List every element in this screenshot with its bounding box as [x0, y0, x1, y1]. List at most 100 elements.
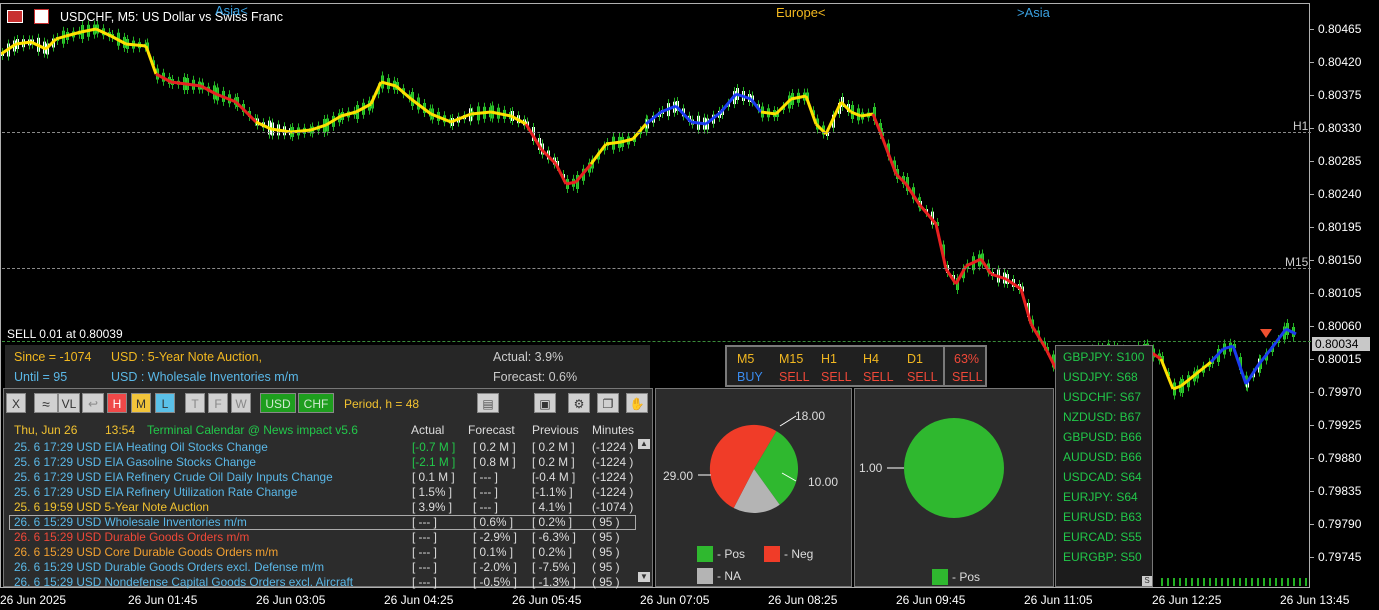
- price-tick-label: 0.80465: [1318, 22, 1362, 36]
- trend-line-segment: [565, 180, 577, 186]
- trade-line: [2, 341, 1311, 342]
- time-tick-label: 26 Jun 05:45: [512, 593, 582, 607]
- calendar-cell-event: 26. 6 15:29 USD Core Durable Goods Order…: [14, 545, 279, 559]
- friday-button[interactable]: F: [208, 393, 228, 413]
- calendar-cell-forecast: [ -2.9% ]: [473, 530, 517, 544]
- calendar-row[interactable]: 25. 6 17:29 USD EIA Refinery Crude Oil D…: [14, 470, 639, 485]
- time-tick-label: 26 Jun 07:05: [640, 593, 710, 607]
- volume-bar: [1233, 578, 1235, 586]
- news-info-panel: Since = -1074 Until = 95 USD : 5-Year No…: [5, 345, 650, 388]
- price-tick: [1310, 161, 1314, 162]
- calendar-cell-minutes: ( 95 ): [592, 560, 620, 574]
- calendar-row[interactable]: 25. 6 19:59 USD 5-Year Note Auction [ 3.9…: [14, 500, 639, 515]
- volume-bar: [1167, 578, 1169, 586]
- pie2-label: 1.00: [859, 461, 883, 475]
- pair-strength-item: USDCAD: S64: [1063, 470, 1142, 484]
- usd-filter-button[interactable]: USD: [260, 393, 296, 413]
- calendar-cell-previous: [ 0.2 M ]: [532, 440, 575, 454]
- volume-bar: [1287, 578, 1289, 586]
- hand-icon[interactable]: ✋: [626, 393, 648, 413]
- calendar-cell-previous: [ -7.5% ]: [532, 560, 576, 574]
- calendar-cell-minutes: (-1074 ): [592, 500, 634, 514]
- volume-bar: [1245, 578, 1247, 586]
- pair-strength-item: GBPJPY: S100: [1063, 350, 1145, 364]
- volume-bar: [1239, 578, 1241, 586]
- currency-pie-chart: [887, 418, 1004, 518]
- price-tick-label: 0.80375: [1318, 88, 1362, 102]
- trend-line-segment: [410, 97, 432, 116]
- tf-h1: H1: [821, 352, 837, 366]
- calendar-row[interactable]: 26. 6 15:29 USD Durable Goods Orders m/m…: [14, 530, 639, 545]
- calendar-row[interactable]: 25. 6 17:29 USD EIA Gasoline Stocks Chan…: [14, 455, 639, 470]
- low-impact-button[interactable]: L: [155, 393, 175, 413]
- volume-bar: [1203, 578, 1205, 586]
- strength-scroll-icon[interactable]: S: [1142, 576, 1152, 586]
- today-button[interactable]: T: [185, 393, 205, 413]
- volume-bar: [1185, 578, 1187, 586]
- calendar-row[interactable]: 25. 6 17:29 USD EIA Refinery Utilization…: [14, 485, 639, 500]
- calendar-row[interactable]: 26. 6 15:29 USD Core Durable Goods Order…: [14, 545, 639, 560]
- volume-bar: [1179, 578, 1181, 586]
- high-impact-button[interactable]: H: [107, 393, 127, 413]
- volume-bar: [1173, 578, 1175, 586]
- calendar-row[interactable]: 26. 6 15:29 USD Durable Goods Orders exc…: [14, 560, 639, 575]
- sig-h4: SELL: [863, 370, 894, 384]
- calendar-cell-actual: [-0.7 M ]: [412, 440, 456, 454]
- save-icon[interactable]: ▣: [534, 393, 556, 413]
- time-tick-label: 26 Jun 2025: [0, 593, 67, 607]
- trend-line-segment: [170, 80, 187, 86]
- scroll-down-icon[interactable]: ▼: [638, 572, 650, 582]
- current-price-tag: 0.80034: [1312, 337, 1370, 351]
- document-icon[interactable]: ▤: [477, 393, 499, 413]
- calendar-cell-forecast: [ 0.2 M ]: [473, 440, 516, 454]
- week-button[interactable]: W: [231, 393, 251, 413]
- volume-bar: [1221, 578, 1223, 586]
- signal-panel: M5 M15 H1 H4 D1 BUY SELL SELL SELL SELL …: [725, 345, 987, 387]
- time-tick-label: 26 Jun 01:45: [128, 593, 198, 607]
- time-tick-label: 26 Jun 03:05: [256, 593, 326, 607]
- since-label: Since = -1074: [14, 350, 92, 364]
- price-tick-label: 0.79745: [1318, 550, 1362, 564]
- price-tick: [1310, 227, 1314, 228]
- pie-label-pos: 18.00: [795, 409, 826, 423]
- trend-line-segment: [185, 82, 202, 88]
- calendar-cell-previous: [ 0.2% ]: [532, 545, 572, 559]
- calendar-row[interactable]: 26. 6 15:29 USD Nondefense Capital Goods…: [14, 575, 639, 590]
- trend-line-segment: [144, 45, 158, 75]
- volume-bar: [1281, 578, 1283, 586]
- wave-icon[interactable]: ≈: [34, 393, 58, 413]
- calendar-cell-previous: [ -6.3% ]: [532, 530, 576, 544]
- vl-button[interactable]: VL: [58, 393, 80, 413]
- session-asia-start: Asia<: [215, 3, 248, 18]
- pair-strength-item: EURUSD: B63: [1063, 510, 1142, 524]
- legend-na-text: - NA: [717, 569, 741, 583]
- trend-line-segment: [470, 110, 492, 116]
- pair-strength-item: USDJPY: S68: [1063, 370, 1138, 384]
- chart-menu-icon[interactable]: [7, 10, 23, 23]
- calendar-cell-minutes: (-1224 ): [592, 440, 634, 454]
- time-tick-label: 26 Jun 12:25: [1152, 593, 1222, 607]
- close-button[interactable]: X: [6, 393, 26, 413]
- price-tick: [1310, 524, 1314, 525]
- calendar-cell-event: 25. 6 17:29 USD EIA Refinery Crude Oil D…: [14, 470, 333, 484]
- tf-m5: M5: [737, 352, 755, 366]
- chf-filter-button[interactable]: CHF: [298, 393, 334, 413]
- session-asia-end: >Asia: [1017, 5, 1050, 20]
- sig-h1: SELL: [821, 370, 852, 384]
- volume-bar: [1275, 578, 1277, 586]
- window-icon[interactable]: ❐: [597, 393, 619, 413]
- volume-bar: [1257, 578, 1259, 586]
- m15-level-line: [2, 268, 1311, 269]
- pie-label-na: 29.00: [663, 469, 694, 483]
- undo-icon[interactable]: ↩: [82, 393, 104, 413]
- scroll-up-icon[interactable]: ▲: [638, 439, 650, 449]
- one-click-trading-icon[interactable]: [34, 9, 49, 24]
- calendar-row[interactable]: 25. 6 17:29 USD EIA Heating Oil Stocks C…: [14, 440, 639, 455]
- price-tick: [1310, 293, 1314, 294]
- event-next-label: USD : Wholesale Inventories m/m: [111, 370, 299, 384]
- settings-icon[interactable]: ⚙: [568, 393, 590, 413]
- pair-strength-item: EURGBP: S50: [1063, 550, 1142, 564]
- trend-line-segment: [605, 140, 622, 146]
- medium-impact-button[interactable]: M: [131, 393, 151, 413]
- calendar-cell-actual: [ 0.1 M ]: [412, 470, 455, 484]
